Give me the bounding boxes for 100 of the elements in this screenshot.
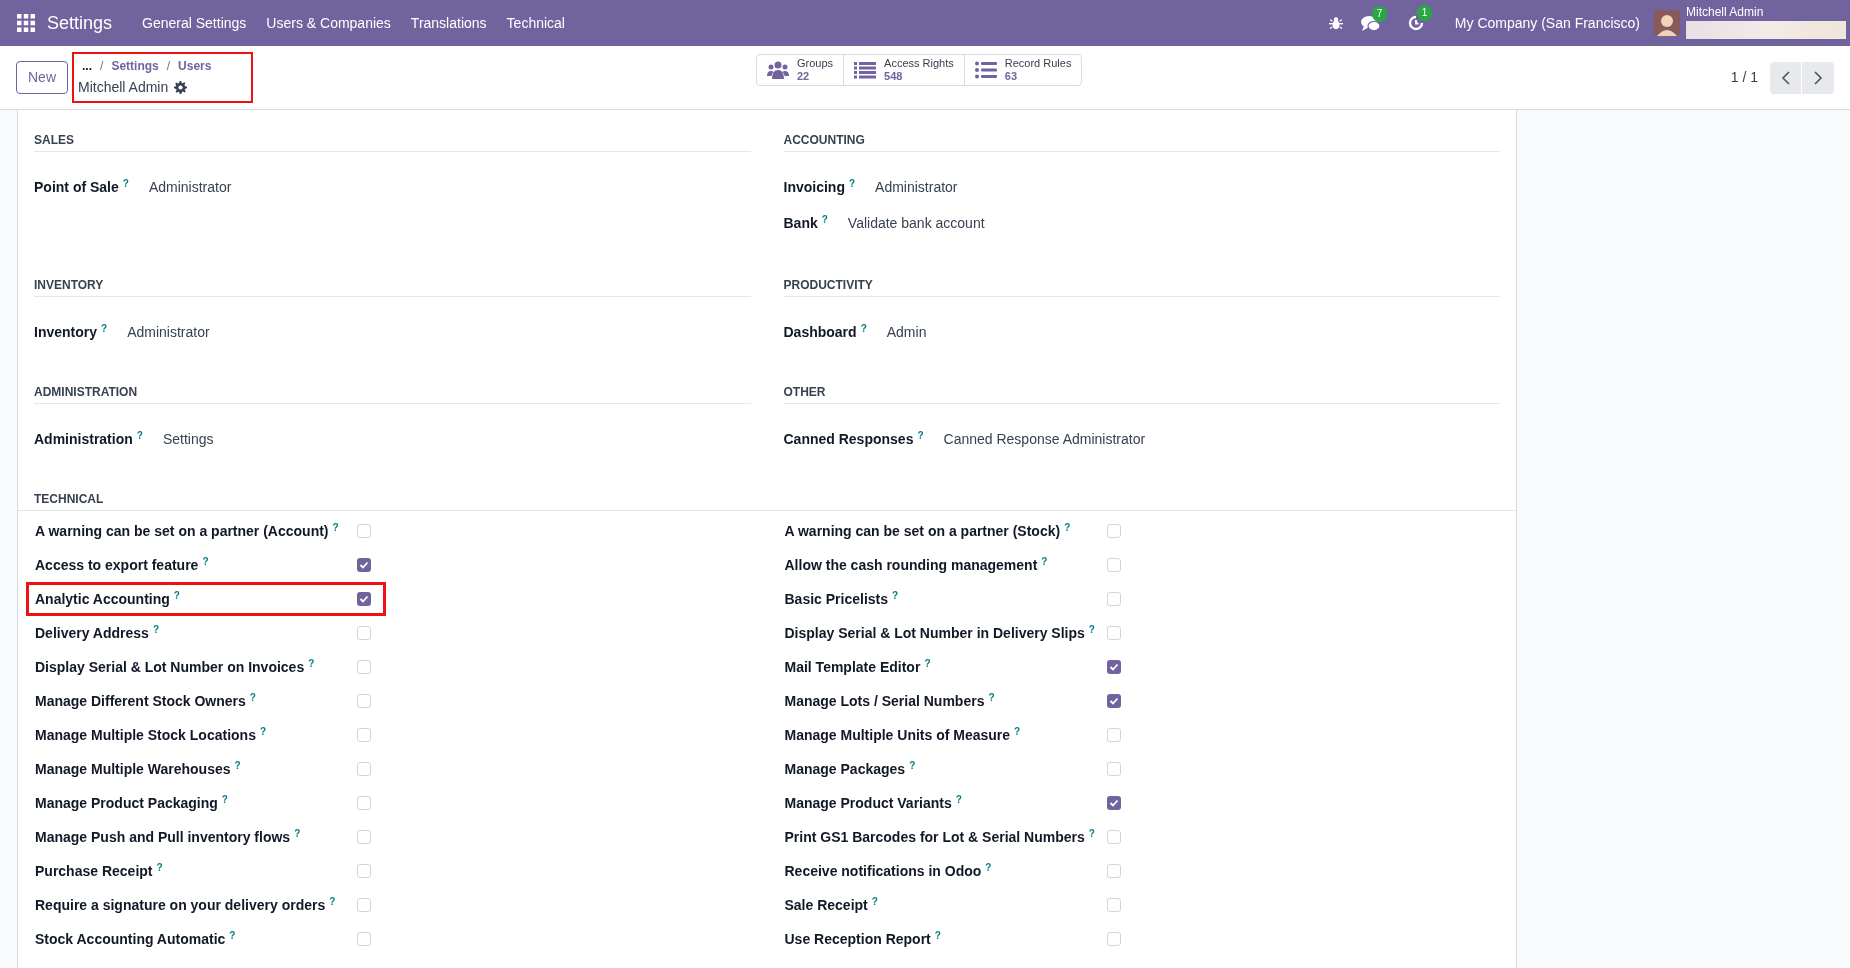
menu-item[interactable]: Technical	[496, 0, 575, 46]
checkbox[interactable]	[1106, 626, 1121, 640]
checkmark-icon	[359, 560, 369, 570]
help-tooltip-icon[interactable]: ?	[202, 556, 209, 567]
field-value[interactable]: Admin	[886, 321, 927, 343]
checkbox-label: Manage Different Stock Owners $^{?}$	[35, 692, 257, 710]
help-tooltip-icon[interactable]: ?	[221, 794, 228, 805]
breadcrumb-separator: /	[100, 58, 104, 75]
checkbox[interactable]	[1106, 864, 1121, 878]
menu-item[interactable]: Translations	[400, 0, 497, 46]
checkbox[interactable]	[357, 558, 371, 572]
checkbox[interactable]	[1106, 830, 1121, 844]
help-tooltip-icon[interactable]: ?	[934, 930, 941, 941]
field-label: Canned Responses $^{?}$	[783, 428, 924, 449]
checkbox[interactable]	[357, 796, 371, 810]
help-tooltip-icon[interactable]: ?	[917, 429, 924, 441]
field-value[interactable]: Administrator	[127, 321, 210, 343]
help-tooltip-icon[interactable]: ?	[1088, 624, 1095, 635]
help-tooltip-icon[interactable]: ?	[988, 692, 995, 703]
checkbox[interactable]	[1106, 694, 1121, 708]
checkbox[interactable]	[357, 898, 371, 912]
help-tooltip-icon[interactable]: ?	[101, 322, 108, 334]
checkbox[interactable]	[1106, 558, 1121, 572]
checkbox[interactable]	[1106, 796, 1121, 810]
app-title[interactable]: Settings	[47, 9, 113, 37]
checkbox[interactable]	[1106, 660, 1121, 674]
help-tooltip-icon[interactable]: ?	[156, 862, 163, 873]
help-tooltip-icon[interactable]: ?	[329, 896, 336, 907]
smart-button[interactable]: Access Rights 548	[843, 55, 964, 85]
message-count-badge: 7	[1371, 5, 1388, 22]
breadcrumb-link[interactable]: Settings	[111, 57, 159, 75]
field-value[interactable]: Canned Response Administrator	[943, 428, 1146, 450]
clock-icon[interactable]	[1406, 14, 1425, 32]
checkbox[interactable]	[1106, 524, 1121, 538]
help-tooltip-icon[interactable]: ?	[1014, 726, 1021, 737]
checkbox-label: Manage Multiple Stock Locations $^{?}$	[35, 726, 268, 744]
checkbox-label: Manage Product Variants $^{?}$	[784, 794, 963, 812]
breadcrumb-link[interactable]: ...	[82, 57, 93, 75]
help-tooltip-icon[interactable]: ?	[173, 590, 180, 601]
help-tooltip-icon[interactable]: ?	[955, 794, 962, 805]
section-heading: INVENTORY	[34, 278, 104, 292]
help-tooltip-icon[interactable]: ?	[985, 862, 992, 873]
user-name[interactable]: Mitchell Admin	[1686, 5, 1846, 19]
checkbox-label: Allow the cash rounding management $^{?}$	[784, 556, 1049, 574]
help-tooltip-icon[interactable]: ?	[259, 726, 267, 737]
field-value[interactable]: Administrator	[148, 176, 232, 198]
company-switcher[interactable]: My Company (San Francisco)	[1454, 12, 1640, 34]
smart-button[interactable]: Record Rules 63	[963, 55, 1082, 85]
checkbox[interactable]	[357, 762, 371, 776]
checkbox[interactable]	[357, 728, 371, 742]
checkbox[interactable]	[357, 932, 371, 946]
previous-button[interactable]	[1770, 61, 1802, 94]
help-tooltip-icon[interactable]: ?	[860, 322, 867, 334]
breadcrumb-link[interactable]: Users	[178, 57, 212, 75]
bug-icon[interactable]	[1328, 16, 1343, 30]
settings-icon[interactable]	[174, 81, 188, 94]
apps-menu-icon[interactable]	[17, 14, 35, 32]
checkbox[interactable]	[357, 830, 371, 844]
checkbox[interactable]	[357, 592, 371, 606]
checkbox-label: Manage Product Packaging $^{?}$	[35, 794, 229, 812]
field-value[interactable]: Administrator	[875, 176, 958, 198]
user-avatar[interactable]	[1654, 10, 1680, 36]
smart-button[interactable]: Groups 22	[757, 55, 844, 85]
help-tooltip-icon[interactable]: ?	[1041, 556, 1048, 567]
checkbox[interactable]	[1106, 728, 1121, 742]
help-tooltip-icon[interactable]: ?	[234, 760, 241, 771]
help-tooltip-icon[interactable]: ?	[871, 896, 878, 907]
help-tooltip-icon[interactable]: ?	[122, 177, 129, 189]
help-tooltip-icon[interactable]: ?	[136, 429, 143, 441]
field-value[interactable]: Settings	[162, 428, 214, 450]
checkbox[interactable]	[357, 660, 371, 674]
help-tooltip-icon[interactable]: ?	[924, 658, 931, 669]
new-button[interactable]: New	[16, 61, 68, 94]
field-value[interactable]: Validate bank account	[847, 212, 985, 234]
checkbox[interactable]	[357, 626, 371, 640]
help-tooltip-icon[interactable]: ?	[152, 624, 159, 635]
people-icon	[767, 61, 789, 79]
help-tooltip-icon[interactable]: ?	[821, 213, 828, 225]
checkmark-icon	[1108, 798, 1119, 808]
checkbox[interactable]	[1106, 932, 1121, 946]
help-tooltip-icon[interactable]: ?	[308, 658, 315, 669]
checkbox[interactable]	[1106, 898, 1121, 912]
help-tooltip-icon[interactable]: ?	[294, 828, 301, 839]
help-tooltip-icon[interactable]: ?	[909, 760, 916, 771]
help-tooltip-icon[interactable]: ?	[848, 177, 856, 189]
next-button[interactable]	[1802, 61, 1834, 94]
menu-item[interactable]: General Settings	[132, 0, 257, 46]
checkbox[interactable]	[357, 694, 371, 708]
checkbox[interactable]	[1106, 762, 1121, 776]
help-tooltip-icon[interactable]: ?	[229, 930, 236, 941]
help-tooltip-icon[interactable]: ?	[1088, 828, 1095, 839]
checkbox[interactable]	[1106, 592, 1121, 606]
help-tooltip-icon[interactable]: ?	[1064, 522, 1071, 533]
help-tooltip-icon[interactable]: ?	[892, 590, 899, 601]
checkbox[interactable]	[357, 864, 371, 878]
help-tooltip-icon[interactable]: ?	[332, 522, 339, 533]
menu-item[interactable]: Users & Companies	[256, 0, 401, 46]
checkbox-label: Stock Accounting Automatic $^{?}$	[35, 930, 237, 948]
checkbox[interactable]	[357, 524, 371, 538]
help-tooltip-icon[interactable]: ?	[249, 692, 256, 703]
